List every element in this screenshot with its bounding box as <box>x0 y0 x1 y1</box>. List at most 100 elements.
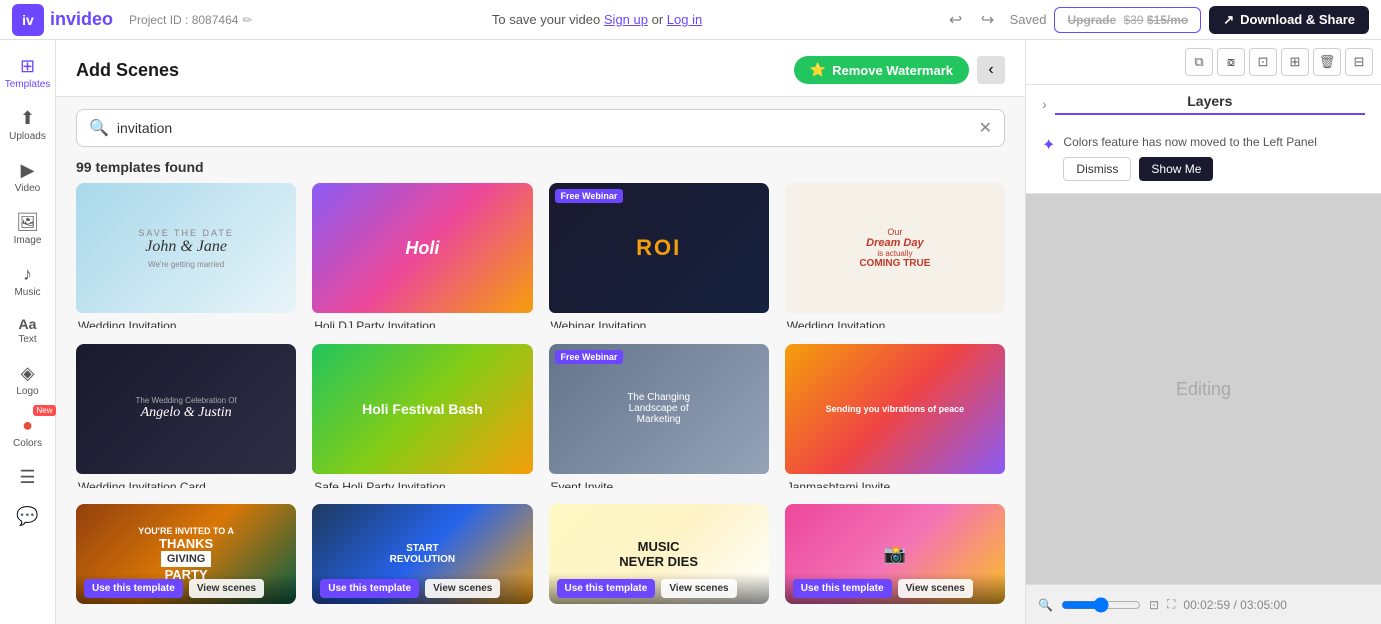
search-input[interactable] <box>117 120 971 136</box>
view-scenes-button-10[interactable]: View scenes <box>425 579 500 598</box>
template-thumb-6: Holi Festival Bash Use this template Vie… <box>312 344 532 474</box>
login-link[interactable]: Log in <box>667 12 702 27</box>
view-scenes-button-5[interactable]: View scenes <box>189 449 264 468</box>
sidebar-item-templates[interactable]: ⊞ Templates <box>2 48 54 98</box>
view-scenes-button-1[interactable]: View scenes <box>189 288 264 307</box>
view-scenes-button-12[interactable]: View scenes <box>898 579 973 598</box>
sidebar-item-colors-wrap: ● Colors New <box>2 407 54 457</box>
collapse-panel-button[interactable]: ‹ <box>977 56 1005 84</box>
template-overlay-11: Use this template View scenes <box>549 573 769 604</box>
duplicate-button[interactable]: ⧇ <box>1217 48 1245 76</box>
logo-text: invideo <box>50 9 113 30</box>
sidebar-item-uploads[interactable]: ⬆ Uploads <box>2 100 54 150</box>
template-thumb-1: SAVE THE DATE John & Jane We're getting … <box>76 183 296 313</box>
copy-button[interactable]: ⧉ <box>1185 48 1213 76</box>
view-scenes-button-3[interactable]: View scenes <box>661 288 736 307</box>
use-template-button-8[interactable]: Use this template <box>793 449 892 468</box>
main-layout: ⊞ Templates ⬆ Uploads ▶ Video 🖼 Image ♪ … <box>0 40 1381 624</box>
editing-label: Editing <box>1176 379 1231 400</box>
download-share-button[interactable]: ↗ Download & Share <box>1209 6 1369 34</box>
use-template-button-3[interactable]: Use this template <box>557 288 656 307</box>
zoom-in-icon[interactable]: 🔍 <box>1038 598 1053 612</box>
template-thumb-11: MUSIC NEVER DIES Use this template View … <box>549 504 769 604</box>
edit-project-icon[interactable]: ✏ <box>242 13 252 27</box>
notice-actions: Dismiss Show Me <box>1063 157 1316 181</box>
use-template-button-7[interactable]: Use this template <box>557 449 656 468</box>
view-scenes-button-8[interactable]: View scenes <box>898 449 973 468</box>
logo-icon: iv <box>12 4 44 36</box>
dismiss-button[interactable]: Dismiss <box>1063 157 1131 181</box>
use-template-button-12[interactable]: Use this template <box>793 579 892 598</box>
template-card-8[interactable]: Sending you vibrations of peace Use this… <box>785 344 1005 489</box>
add-scenes-panel: Add Scenes ⭐ Remove Watermark ‹ 🔍 ✕ 99 t… <box>56 40 1026 624</box>
fit-icon[interactable]: ⊡ <box>1149 598 1159 612</box>
template-card-10[interactable]: START REVOLUTION Use this template View … <box>312 504 532 604</box>
redo-button[interactable]: ↪ <box>974 6 1002 34</box>
view-scenes-button-4[interactable]: View scenes <box>898 288 973 307</box>
template-card-4[interactable]: Our Dream Day is actually COMING TRUE Us… <box>785 183 1005 328</box>
use-template-button-2[interactable]: Use this template <box>320 288 419 307</box>
template-name-5: Wedding Invitation Card <box>76 480 296 489</box>
remove-watermark-button[interactable]: ⭐ Remove Watermark <box>794 56 969 84</box>
template-thumb-8: Sending you vibrations of peace Use this… <box>785 344 1005 474</box>
fullscreen-icon[interactable]: ⛶ <box>1167 597 1175 612</box>
sidebar-item-music[interactable]: ♪ Music <box>2 256 54 306</box>
expand-button[interactable]: ⊞ <box>1281 48 1309 76</box>
timeline-bar: 🔍 ⊡ ⛶ 00:02:59 / 03:05:00 <box>1026 584 1381 624</box>
template-card-7[interactable]: Free Webinar The Changing Landscape of M… <box>549 344 769 489</box>
template-card-11[interactable]: MUSIC NEVER DIES Use this template View … <box>549 504 769 604</box>
sidebar-item-chat[interactable]: 💬 <box>2 498 54 535</box>
sidebar-item-image[interactable]: 🖼 Image <box>2 204 54 254</box>
logo: iv invideo <box>12 4 113 36</box>
results-count: 99 templates found <box>56 159 1025 183</box>
template-card-5[interactable]: The Wedding Celebration Of Angelo & Just… <box>76 344 296 489</box>
template-card-9[interactable]: YOU'RE INVITED TO A THANKS GIVING PARTY … <box>76 504 296 604</box>
grid-button[interactable]: ⊟ <box>1345 48 1373 76</box>
sidebar-item-logo[interactable]: ◈ Logo <box>2 355 54 405</box>
sidebar-item-video[interactable]: ▶ Video <box>2 152 54 202</box>
sidebar-item-layers[interactable]: ☰ <box>2 459 54 496</box>
use-template-button-6[interactable]: Use this template <box>320 449 419 468</box>
use-template-button-10[interactable]: Use this template <box>320 579 419 598</box>
template-card-3[interactable]: Free Webinar ROI Use this template View … <box>549 183 769 328</box>
sidebar-label-templates: Templates <box>5 79 51 90</box>
view-scenes-button-2[interactable]: View scenes <box>425 288 500 307</box>
video-icon: ▶ <box>21 160 35 181</box>
use-template-button-9[interactable]: Use this template <box>84 579 183 598</box>
sidebar-item-text[interactable]: Aa Text <box>2 308 54 353</box>
colors-notice-icon: ✦ <box>1042 135 1055 155</box>
search-bar: 🔍 ✕ <box>76 109 1005 147</box>
template-card-2[interactable]: Holi Use this template View scenes Holi … <box>312 183 532 328</box>
show-me-button[interactable]: Show Me <box>1139 157 1213 181</box>
sidebar-label-colors: Colors <box>13 438 42 449</box>
view-scenes-button-6[interactable]: View scenes <box>425 449 500 468</box>
project-id: Project ID : 8087464 ✏ <box>129 13 252 27</box>
text-icon: Aa <box>19 316 37 332</box>
template-name-1: Wedding Invitation <box>76 319 296 328</box>
template-thumb-9: YOU'RE INVITED TO A THANKS GIVING PARTY … <box>76 504 296 604</box>
use-template-button-4[interactable]: Use this template <box>793 288 892 307</box>
canvas-area: Editing <box>1026 194 1381 584</box>
panel-title: Add Scenes <box>76 60 179 81</box>
view-scenes-button-9[interactable]: View scenes <box>189 579 264 598</box>
use-template-button-5[interactable]: Use this template <box>84 449 183 468</box>
colors-notice: ✦ Colors feature has now moved to the Le… <box>1026 123 1381 193</box>
signup-link[interactable]: Sign up <box>604 12 648 27</box>
upgrade-button[interactable]: Upgrade $39 $15/mo <box>1054 7 1201 33</box>
template-card-6[interactable]: Holi Festival Bash Use this template Vie… <box>312 344 532 489</box>
saved-status: Saved <box>1010 12 1047 27</box>
use-template-button-1[interactable]: Use this template <box>84 288 183 307</box>
shrink-button[interactable]: ⊡ <box>1249 48 1277 76</box>
template-card-1[interactable]: SAVE THE DATE John & Jane We're getting … <box>76 183 296 328</box>
use-template-button-11[interactable]: Use this template <box>557 579 656 598</box>
template-card-12[interactable]: 📸 Use this template View scenes <box>785 504 1005 604</box>
delete-button[interactable]: 🗑 <box>1313 48 1341 76</box>
layers-collapse-button[interactable]: › <box>1042 96 1047 112</box>
view-scenes-button-11[interactable]: View scenes <box>661 579 736 598</box>
clear-search-button[interactable]: ✕ <box>979 118 992 138</box>
zoom-slider[interactable] <box>1061 597 1141 613</box>
template-name-6: Safe Holi Party Invitation <box>312 480 532 489</box>
undo-button[interactable]: ↩ <box>942 6 970 34</box>
view-scenes-button-7[interactable]: View scenes <box>661 449 736 468</box>
right-panel-toolbar: ⧉ ⧇ ⊡ ⊞ 🗑 ⊟ <box>1026 40 1381 85</box>
